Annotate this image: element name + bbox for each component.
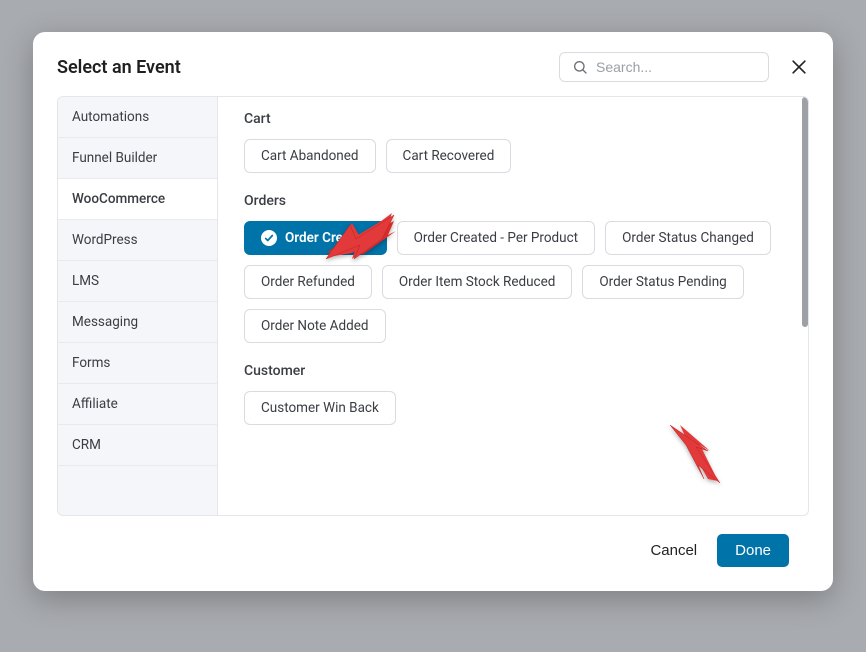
pill-row: Customer Win Back [244,391,782,425]
done-button[interactable]: Done [717,534,789,567]
sidebar-item-funnel-builder[interactable]: Funnel Builder [58,138,217,179]
modal-header: Select an Event [33,32,833,96]
pill-row: Cart Abandoned Cart Recovered [244,139,782,173]
event-option-label: Order Status Pending [599,274,726,290]
sidebar-item-lms[interactable]: LMS [58,261,217,302]
modal-title: Select an Event [57,57,181,78]
modal-footer: Cancel Done [33,516,833,591]
event-option-order-note-added[interactable]: Order Note Added [244,309,386,343]
event-option-order-status-changed[interactable]: Order Status Changed [605,221,771,255]
event-option-label: Order Created - Per Product [414,230,579,246]
search-icon [572,59,588,75]
event-option-order-status-pending[interactable]: Order Status Pending [582,265,743,299]
event-option-cart-recovered[interactable]: Cart Recovered [386,139,512,173]
header-right [559,52,809,82]
search-box[interactable] [559,52,769,82]
content-area[interactable]: CartCart AbandonedCart RecoveredOrdersOr… [218,97,808,515]
scrollbar[interactable] [802,97,808,327]
close-button[interactable] [789,57,809,77]
sidebar-item-affiliate[interactable]: Affiliate [58,384,217,425]
event-option-order-created[interactable]: Order Created [244,221,387,255]
sidebar: AutomationsFunnel BuilderWooCommerceWord… [58,97,218,515]
event-option-label: Order Refunded [261,274,355,290]
section-cart: Cart Cart Abandoned Cart Recovered [244,111,782,173]
sidebar-item-messaging[interactable]: Messaging [58,302,217,343]
section-title: Orders [244,193,782,209]
sidebar-item-forms[interactable]: Forms [58,343,217,384]
event-option-label: Order Note Added [261,318,369,334]
modal-body: AutomationsFunnel BuilderWooCommerceWord… [57,96,809,516]
event-option-customer-win-back[interactable]: Customer Win Back [244,391,396,425]
event-option-label: Customer Win Back [261,400,379,416]
event-option-order-created-per-product[interactable]: Order Created - Per Product [397,221,596,255]
event-option-order-item-stock-reduced[interactable]: Order Item Stock Reduced [382,265,573,299]
event-option-order-refunded[interactable]: Order Refunded [244,265,372,299]
sidebar-item-wordpress[interactable]: WordPress [58,220,217,261]
section-title: Cart [244,111,782,127]
event-option-label: Cart Abandoned [261,148,359,164]
cancel-button[interactable]: Cancel [650,542,697,559]
event-option-label: Cart Recovered [403,148,495,164]
pill-row: Order Created Order Created - Per Product… [244,221,782,343]
section-orders: Orders Order Created Order Created - Per P… [244,193,782,343]
section-title: Customer [244,363,782,379]
sidebar-item-crm[interactable]: CRM [58,425,217,466]
event-option-label: Order Item Stock Reduced [399,274,556,290]
search-input[interactable] [596,59,756,75]
event-option-label: Order Created [285,230,370,246]
check-icon [261,230,277,246]
sidebar-item-automations[interactable]: Automations [58,97,217,138]
event-option-label: Order Status Changed [622,230,754,246]
close-icon [789,57,809,77]
sidebar-item-woocommerce[interactable]: WooCommerce [58,179,217,220]
event-option-cart-abandoned[interactable]: Cart Abandoned [244,139,376,173]
section-customer: Customer Customer Win Back [244,363,782,425]
event-selector-modal: Select an Event AutomationsFunnel Builde… [33,32,833,591]
